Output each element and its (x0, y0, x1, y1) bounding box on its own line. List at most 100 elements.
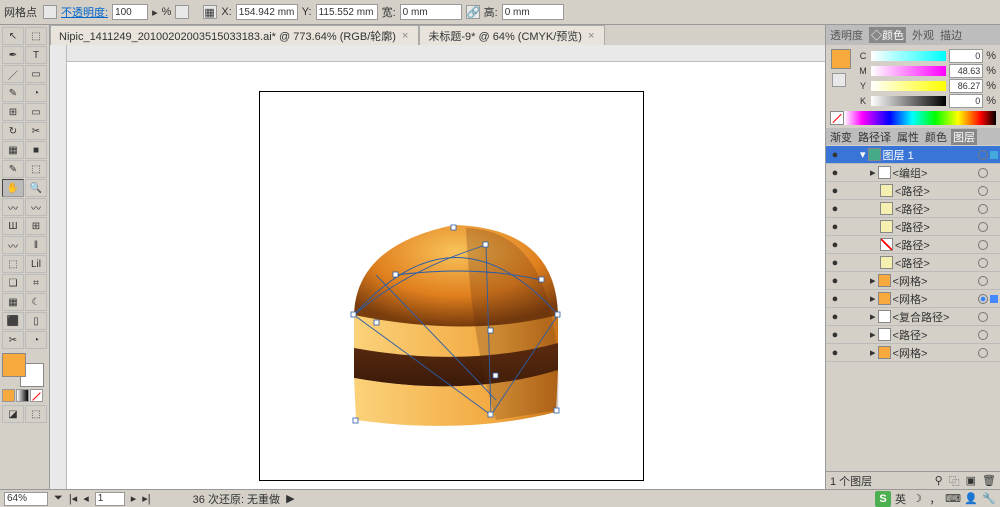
w-input[interactable] (400, 4, 462, 20)
tool-4[interactable]: ／ (2, 65, 24, 83)
tool-18[interactable]: 〰 (2, 198, 24, 216)
visibility-icon[interactable]: ● (828, 203, 842, 215)
opacity-link[interactable]: 不透明度: (61, 4, 108, 20)
blend-icon[interactable] (175, 5, 189, 19)
disclosure-icon[interactable]: ▸ (870, 274, 876, 287)
layer-row[interactable]: ●<路径> (826, 254, 1000, 272)
c-value[interactable]: 0 (949, 49, 983, 63)
target-icon[interactable] (978, 276, 988, 286)
tool-13[interactable]: ■ (25, 141, 47, 159)
cake-artwork[interactable] (346, 220, 564, 430)
y-value[interactable]: 86.27 (949, 79, 983, 93)
user-icon[interactable]: 👤 (964, 492, 978, 506)
disclosure-icon[interactable]: ▾ (860, 148, 866, 161)
next-page-icon[interactable]: ▸ (131, 492, 137, 505)
disclosure-icon[interactable]: ▸ (870, 328, 876, 341)
k-value[interactable]: 0 (949, 94, 983, 108)
disclosure-icon[interactable]: ▸ (870, 310, 876, 323)
layer-row[interactable]: ●<路径> (826, 200, 1000, 218)
layer-row[interactable]: ●<路径> (826, 182, 1000, 200)
tab-color[interactable]: ◇颜色 (869, 27, 906, 43)
prev-page-icon[interactable]: ◂ (83, 492, 89, 505)
tab-gradient[interactable]: 渐变 (828, 129, 854, 145)
y-slider[interactable] (871, 81, 946, 91)
visibility-icon[interactable]: ● (828, 329, 842, 341)
target-icon[interactable] (978, 348, 988, 358)
visibility-icon[interactable]: ● (828, 311, 842, 323)
tool-2[interactable]: ✒ (2, 46, 24, 64)
comma-icon[interactable]: ， (928, 492, 942, 506)
status-arrow-icon[interactable]: ▶ (286, 492, 294, 505)
target-icon[interactable] (978, 186, 988, 196)
target-icon[interactable] (978, 312, 988, 322)
target-icon[interactable] (978, 294, 988, 304)
tool-9[interactable]: ▭ (25, 103, 47, 121)
tool-27[interactable]: ⌗ (25, 274, 47, 292)
tool-16[interactable]: ✋ (2, 179, 24, 197)
layer-row[interactable]: ●<路径> (826, 236, 1000, 254)
tool-10[interactable]: ↻ (2, 122, 24, 140)
tool-23[interactable]: ‖ (25, 236, 47, 254)
tool-17[interactable]: 🔍 (25, 179, 47, 197)
tool-31[interactable]: ▯ (25, 312, 47, 330)
locate-icon[interactable]: ⚲ (935, 474, 943, 487)
tool-3[interactable]: T (25, 46, 47, 64)
trash-icon[interactable]: 🗑 (982, 474, 996, 487)
first-page-icon[interactable]: |◂ (69, 492, 77, 505)
zoom-input[interactable] (4, 492, 48, 506)
zoom-stepper-icon[interactable]: ⏷ (54, 492, 63, 505)
tool-5[interactable]: ▭ (25, 65, 47, 83)
tool-14[interactable]: ✎ (2, 160, 24, 178)
wrench-icon[interactable]: 🔧 (982, 492, 996, 506)
target-icon[interactable] (978, 258, 988, 268)
doc-tab-1[interactable]: 未标题-9* @ 64% (CMYK/预览)× (419, 25, 605, 45)
ime-lang[interactable]: 英 (895, 491, 906, 507)
tab-swatches[interactable]: 颜色 (923, 129, 949, 145)
disclosure-icon[interactable]: ▸ (870, 346, 876, 359)
tab-pathfinder[interactable]: 路径译 (856, 129, 893, 145)
none-mode-icon[interactable] (30, 389, 43, 402)
tool-0[interactable]: ↖ (2, 27, 24, 45)
disclosure-icon[interactable]: ▸ (870, 166, 876, 179)
layer-row[interactable]: ●▾图层 1 (826, 146, 1000, 164)
c-slider[interactable] (871, 51, 946, 61)
x-input[interactable] (236, 4, 298, 20)
tab-stroke[interactable]: 描边 (940, 27, 962, 43)
doc-tab-0[interactable]: Nipic_1411249_20100202003515033183.ai* @… (50, 25, 419, 45)
spectrum-bar[interactable] (830, 111, 996, 125)
target-icon[interactable] (978, 330, 988, 340)
visibility-icon[interactable]: ● (828, 167, 842, 179)
sogou-icon[interactable]: S (875, 491, 891, 507)
tool-8[interactable]: ⊞ (2, 103, 24, 121)
tool-19[interactable]: 〰 (25, 198, 47, 216)
layer-row[interactable]: ●▸<网格> (826, 272, 1000, 290)
tool-29[interactable]: ☾ (25, 293, 47, 311)
tool-33[interactable]: ◔ (25, 331, 47, 349)
tool-24[interactable]: ⬚ (2, 255, 24, 273)
target-icon[interactable] (978, 240, 988, 250)
tool-7[interactable]: ◔ (25, 84, 47, 102)
layer-row[interactable]: ●▸<网格> (826, 344, 1000, 362)
pattern-icon[interactable] (43, 5, 57, 19)
panel-stroke-swatch[interactable] (832, 73, 846, 87)
visibility-icon[interactable]: ● (828, 293, 842, 305)
target-icon[interactable] (978, 168, 988, 178)
tool-1[interactable]: ⬚ (25, 27, 47, 45)
new-sublayer-icon[interactable]: ⿻ (949, 473, 960, 489)
target-icon[interactable] (978, 204, 988, 214)
tool-15[interactable]: ⬚ (25, 160, 47, 178)
link-wh-icon[interactable]: 🔗 (466, 5, 480, 19)
solid-mode-icon[interactable] (2, 389, 15, 402)
screen-mode-icon[interactable]: ◪ (2, 405, 24, 423)
page-input[interactable] (95, 492, 125, 506)
artboard[interactable] (259, 91, 644, 481)
layer-row[interactable]: ●▸<编组> (826, 164, 1000, 182)
close-icon[interactable]: × (400, 30, 410, 42)
panel-fill-swatch[interactable] (831, 49, 851, 69)
tab-appearance[interactable]: 外观 (912, 27, 934, 43)
target-icon[interactable] (978, 150, 988, 160)
tool-25[interactable]: Lil (25, 255, 47, 273)
visibility-icon[interactable]: ● (828, 347, 842, 359)
layer-row[interactable]: ●▸<路径> (826, 326, 1000, 344)
moon-icon[interactable]: ☽ (910, 492, 924, 506)
